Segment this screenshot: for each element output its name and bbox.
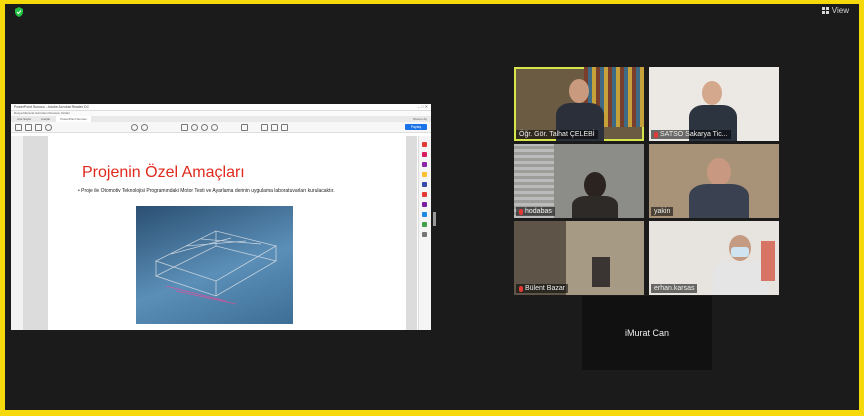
protect-icon bbox=[422, 202, 427, 207]
muted-mic-icon bbox=[519, 285, 523, 292]
prev-page-icon bbox=[131, 124, 138, 131]
top-bar: View bbox=[5, 4, 859, 20]
search-icon bbox=[45, 124, 52, 131]
fill-sign-icon bbox=[422, 212, 427, 217]
participant-tile-2[interactable]: SATSO Sakarya Tic... bbox=[649, 67, 779, 141]
shared-screen: PowerPoint Sunusu - Adobe Acrobat Reader… bbox=[11, 104, 431, 330]
cursor-icon bbox=[181, 124, 188, 131]
fit-icon bbox=[241, 124, 248, 131]
slide-page: Projenin Özel Amaçları • Proje ile Otomo… bbox=[48, 136, 406, 330]
comment-icon bbox=[261, 124, 268, 131]
slide-bullet-text: Proje ile Otomotiv Teknolojisi Programın… bbox=[81, 188, 335, 194]
structure-image bbox=[136, 206, 293, 324]
avatar bbox=[584, 172, 606, 198]
zoom-in-icon bbox=[211, 124, 218, 131]
face-mask bbox=[731, 247, 749, 257]
print-icon bbox=[25, 124, 32, 131]
organize-icon bbox=[422, 192, 427, 197]
tools-pane bbox=[418, 136, 431, 330]
window-title-bar: PowerPoint Sunusu - Adobe Acrobat Reader… bbox=[11, 104, 431, 111]
export-icon bbox=[422, 142, 427, 147]
participant-tile-6[interactable]: erhan.karsas bbox=[649, 221, 779, 295]
avatar bbox=[702, 81, 722, 105]
person-body bbox=[689, 184, 749, 218]
left-panel bbox=[11, 136, 24, 330]
shield-icon[interactable] bbox=[14, 7, 24, 17]
avatar bbox=[707, 158, 731, 186]
avatar bbox=[569, 79, 589, 103]
pen-icon bbox=[271, 124, 278, 131]
participant-label: yakin bbox=[651, 207, 674, 216]
participant-name: iMurat Can bbox=[624, 328, 669, 338]
zoom-out-icon bbox=[201, 124, 208, 131]
window-controls: – □ ✕ bbox=[417, 104, 428, 109]
save-icon bbox=[15, 124, 22, 131]
participant-tile-4[interactable]: yakin bbox=[649, 144, 779, 218]
muted-mic-icon bbox=[654, 131, 658, 138]
participant-label: erhan.karsas bbox=[651, 284, 698, 293]
person-body bbox=[572, 196, 618, 218]
combine-icon bbox=[422, 182, 427, 187]
participant-tile-1[interactable]: Öğr. Gör. Talhat ÇELEBİ bbox=[514, 67, 644, 141]
hand-icon bbox=[191, 124, 198, 131]
toolbar: Paylaş bbox=[11, 122, 431, 133]
next-page-icon bbox=[141, 124, 148, 131]
edit-pdf-icon bbox=[422, 162, 427, 167]
participant-tile-3[interactable]: hodabas bbox=[514, 144, 644, 218]
meeting-window: View PowerPoint Sunusu - Adobe Acrobat R… bbox=[5, 4, 859, 410]
document-area: Projenin Özel Amaçları • Proje ile Otomo… bbox=[24, 136, 417, 330]
bottom-toolbar bbox=[5, 400, 859, 410]
window-title: PowerPoint Sunusu - Adobe Acrobat Reader… bbox=[14, 105, 90, 109]
send-icon bbox=[422, 222, 427, 227]
view-button[interactable]: View bbox=[821, 6, 849, 15]
more-tools-icon bbox=[422, 232, 427, 237]
share-button: Paylaş bbox=[405, 124, 427, 130]
slide-title: Projenin Özel Amaçları bbox=[82, 164, 245, 181]
participant-label: hodabas bbox=[516, 207, 555, 216]
slide-bullet: • Proje ile Otomotiv Teknolojisi Program… bbox=[78, 188, 335, 194]
splitter-handle[interactable] bbox=[433, 212, 436, 226]
chair bbox=[592, 257, 610, 287]
wall-poster bbox=[761, 241, 775, 281]
participant-label: SATSO Sakarya Tic... bbox=[651, 130, 731, 139]
participant-label: Bülent Bazar bbox=[516, 284, 569, 293]
create-pdf-icon bbox=[422, 152, 427, 157]
participant-tile-name-only[interactable]: iMurat Can bbox=[582, 296, 712, 370]
mail-icon bbox=[35, 124, 42, 131]
muted-mic-icon bbox=[519, 208, 523, 215]
view-label: View bbox=[831, 6, 849, 15]
participant-tile-5[interactable]: Bülent Bazar bbox=[514, 221, 644, 295]
participant-label: Öğr. Gör. Talhat ÇELEBİ bbox=[516, 130, 598, 139]
sign-icon bbox=[281, 124, 288, 131]
comment-tool-icon bbox=[422, 172, 427, 177]
grid-icon bbox=[821, 7, 829, 14]
